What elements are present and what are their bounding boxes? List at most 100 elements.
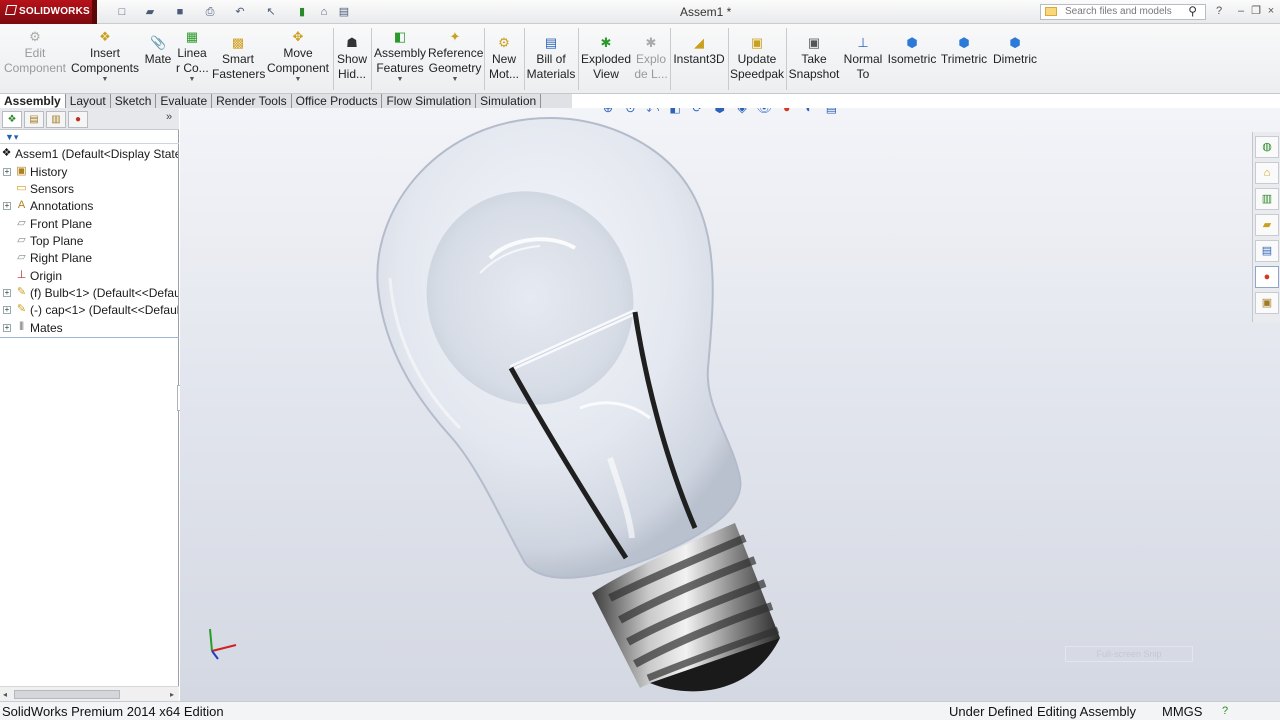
take-snapshot-button[interactable]: ▣ Take Snapshot xyxy=(788,32,840,82)
options-icon[interactable]: ▤ xyxy=(336,4,352,20)
graphics-viewport[interactable]: ⊕ ⊙ ⤺ ◧ ⟳ ⬢ ◈ 👁 ● ◐ ▤ ▫▫–▭× ◍ ⌂ ▥ ▰ ▤ ● … xyxy=(180,108,1280,701)
tree-item-sensors[interactable]: ▭ Sensors xyxy=(0,181,178,198)
show-hidden-components-button[interactable]: ☗ Show Hid... xyxy=(336,32,368,82)
section-view-icon[interactable]: ◧ xyxy=(667,108,683,116)
appearances-scenes-icon[interactable]: ● xyxy=(1255,266,1279,288)
solidworks-resources-icon[interactable]: ◍ xyxy=(1255,136,1279,158)
unit-system-selector[interactable]: MMGS xyxy=(1162,702,1202,720)
tree-item-bulb[interactable]: + ✎ (f) Bulb<1> (Default<<Default xyxy=(0,285,178,302)
mate-button[interactable]: 📎 Mate xyxy=(142,32,174,67)
dropdown-arrow-icon[interactable]: ▼ xyxy=(266,76,330,84)
light-bulb-model[interactable] xyxy=(180,108,1280,701)
tree-item-mates[interactable]: + ⫴ Mates xyxy=(0,320,178,337)
undo-icon[interactable]: ↶ xyxy=(232,4,248,20)
insert-components-button[interactable]: ❖ Insert Components ▼ xyxy=(70,26,140,84)
help-icon[interactable]: ? xyxy=(1212,4,1226,18)
apply-scene-icon[interactable]: ◐ xyxy=(801,108,817,116)
dynamic-annotation-icon[interactable]: ⟳ xyxy=(689,108,705,116)
move-component-button[interactable]: ✥ Move Component ▼ xyxy=(266,26,330,84)
tab-sketch[interactable]: Sketch xyxy=(111,94,157,108)
tab-office-products[interactable]: Office Products xyxy=(292,94,383,108)
custom-properties-icon[interactable]: ▣ xyxy=(1255,292,1279,314)
exploded-view-button[interactable]: ✱ Exploded View xyxy=(580,32,632,82)
scroll-right-icon[interactable]: ▸ xyxy=(170,687,174,702)
dropdown-arrow-icon[interactable]: ▼ xyxy=(428,76,482,84)
expand-icon[interactable]: + xyxy=(3,289,11,297)
solidworks-logo[interactable]: SOLIDWORKS xyxy=(0,0,97,24)
tab-evaluate[interactable]: Evaluate xyxy=(156,94,213,108)
tree-item-top-plane[interactable]: ▱ Top Plane xyxy=(0,233,178,250)
trimetric-view-button[interactable]: ⬢ Trimetric xyxy=(940,32,988,67)
expand-panel-icon[interactable]: » xyxy=(166,111,172,123)
minimize-icon[interactable]: – xyxy=(1234,4,1248,18)
tab-render-tools[interactable]: Render Tools xyxy=(212,94,292,108)
configuration-manager-tab-icon[interactable]: ▥ xyxy=(46,111,66,128)
dropdown-arrow-icon[interactable]: ▼ xyxy=(70,76,140,84)
home-icon[interactable]: ⌂ xyxy=(1255,162,1279,184)
quick-tips-icon[interactable]: ? xyxy=(1222,702,1228,720)
tree-root-assembly[interactable]: ❖ Assem1 (Default<Display State xyxy=(0,146,178,163)
tree-item-history[interactable]: + ▣ History xyxy=(0,164,178,181)
tree-item-origin[interactable]: ⊥ Origin xyxy=(0,268,178,285)
dropdown-arrow-icon[interactable]: ▼ xyxy=(373,76,427,84)
filter-icon[interactable]: ▼▾ xyxy=(5,132,18,142)
file-explorer-icon[interactable]: ▰ xyxy=(1255,214,1279,236)
tree-item-right-plane[interactable]: ▱ Right Plane xyxy=(0,250,178,267)
dimetric-view-button[interactable]: ⬢ Dimetric xyxy=(991,32,1039,67)
tree-item-front-plane[interactable]: ▱ Front Plane xyxy=(0,216,178,233)
restore-icon[interactable]: ❐ xyxy=(1249,4,1263,18)
viewport-window-controls[interactable]: ▫▫–▭× xyxy=(1227,108,1272,109)
new-motion-study-button[interactable]: ⚙ New Mot... xyxy=(487,32,521,82)
filter-bar[interactable]: ▼▾ xyxy=(0,131,179,144)
assembly-features-button[interactable]: ◧ Assembly Features ▼ xyxy=(373,26,427,84)
display-manager-tab-icon[interactable]: ● xyxy=(68,111,88,128)
previous-view-icon[interactable]: ⤺ xyxy=(645,108,661,116)
bill-of-materials-button[interactable]: ▤ Bill of Materials xyxy=(526,32,576,82)
search-input[interactable]: Search files and models ⚲ xyxy=(1040,4,1206,20)
tree-item-cap[interactable]: + ✎ (-) cap<1> (Default<<Default xyxy=(0,302,178,319)
expand-icon[interactable]: + xyxy=(3,306,11,314)
scrollbar-thumb[interactable] xyxy=(14,690,120,699)
save-icon[interactable]: ■ xyxy=(172,4,188,20)
select-icon[interactable]: ↖ xyxy=(263,4,279,20)
full-screen-snip-overlay[interactable]: Full-screen Snip xyxy=(1065,646,1193,662)
instant3d-button[interactable]: ◢ Instant3D xyxy=(672,32,726,67)
smart-fasteners-button[interactable]: ▩ Smart Fasteners xyxy=(212,32,265,82)
expand-icon[interactable]: + xyxy=(3,202,11,210)
tab-flow-simulation[interactable]: Flow Simulation xyxy=(382,94,477,108)
tree-item-annotations[interactable]: + A Annotations xyxy=(0,198,178,215)
property-manager-tab-icon[interactable]: ▤ xyxy=(24,111,44,128)
tab-layout[interactable]: Layout xyxy=(66,94,111,108)
tab-assembly[interactable]: Assembly xyxy=(0,94,66,108)
edit-appearance-icon[interactable]: ● xyxy=(779,108,795,116)
feature-tree-tab-icon[interactable]: ❖ xyxy=(2,111,22,128)
close-icon[interactable]: × xyxy=(1264,4,1278,18)
zoom-to-fit-icon[interactable]: ⊕ xyxy=(600,108,616,116)
open-icon[interactable]: ▰ xyxy=(142,4,158,20)
design-library-icon[interactable]: ▥ xyxy=(1255,188,1279,210)
dropdown-arrow-icon[interactable]: ▼ xyxy=(176,76,208,84)
search-icon[interactable]: ⚲ xyxy=(1188,4,1197,18)
zoom-to-area-icon[interactable]: ⊙ xyxy=(622,108,638,116)
reference-geometry-button[interactable]: ✦ Reference Geometry ▼ xyxy=(428,26,483,84)
view-orientation-icon[interactable]: ⬢ xyxy=(712,108,728,116)
new-document-icon[interactable]: □ xyxy=(114,4,130,20)
linear-component-pattern-button[interactable]: ▦ Linea r Co... ▼ xyxy=(176,26,209,84)
horizontal-scrollbar[interactable]: ◂ ▸ xyxy=(0,686,179,701)
view-settings-icon[interactable]: ▤ xyxy=(823,108,839,116)
view-palette-icon[interactable]: ▤ xyxy=(1255,240,1279,262)
edit-component-button[interactable]: ⚙ Edit Component xyxy=(2,26,68,76)
expand-icon[interactable]: + xyxy=(3,324,11,332)
file-properties-icon[interactable]: ⌂ xyxy=(316,4,332,20)
scroll-left-icon[interactable]: ◂ xyxy=(3,687,7,702)
normal-to-button[interactable]: ⊥ Normal To xyxy=(842,32,884,82)
hide-show-items-icon[interactable]: 👁 xyxy=(756,108,772,116)
update-speedpak-button[interactable]: ▣ Update Speedpak xyxy=(730,32,784,82)
expand-icon[interactable]: + xyxy=(3,168,11,176)
explode-line-sketch-button[interactable]: ✱ Explo de L... xyxy=(634,32,668,82)
display-style-icon[interactable]: ◈ xyxy=(734,108,750,116)
isometric-view-button[interactable]: ⬢ Isometric xyxy=(887,32,937,67)
rebuild-icon[interactable]: ▮ xyxy=(294,4,310,20)
print-icon[interactable]: ⎙ xyxy=(202,4,218,20)
tab-simulation[interactable]: Simulation xyxy=(476,94,542,108)
